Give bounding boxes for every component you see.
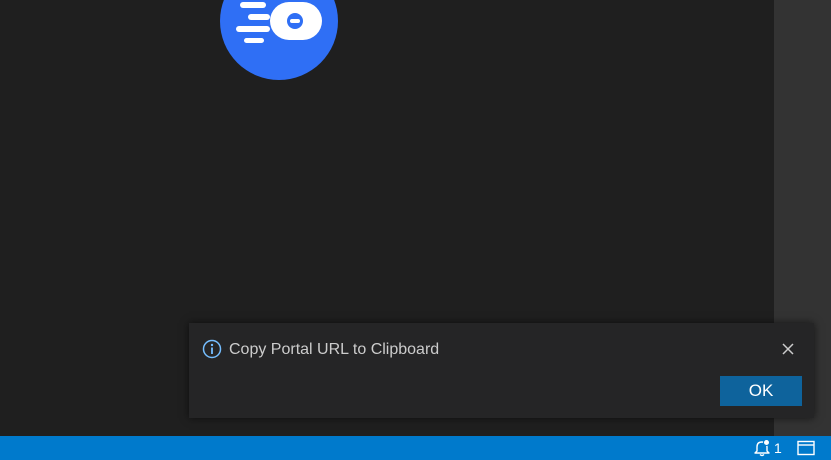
bell-icon: [754, 439, 770, 457]
close-icon[interactable]: [781, 342, 795, 356]
status-bar: 1: [0, 436, 831, 460]
notifications-count: 1: [774, 440, 782, 456]
notifications-button[interactable]: 1: [753, 436, 782, 460]
notification-toast: Copy Portal URL to Clipboard OK: [189, 323, 814, 418]
panel-layout-icon[interactable]: [797, 440, 815, 456]
info-icon: [202, 339, 222, 359]
extension-logo-icon: [220, 0, 338, 80]
ok-button[interactable]: OK: [720, 376, 802, 406]
notification-message: Copy Portal URL to Clipboard: [229, 341, 440, 358]
